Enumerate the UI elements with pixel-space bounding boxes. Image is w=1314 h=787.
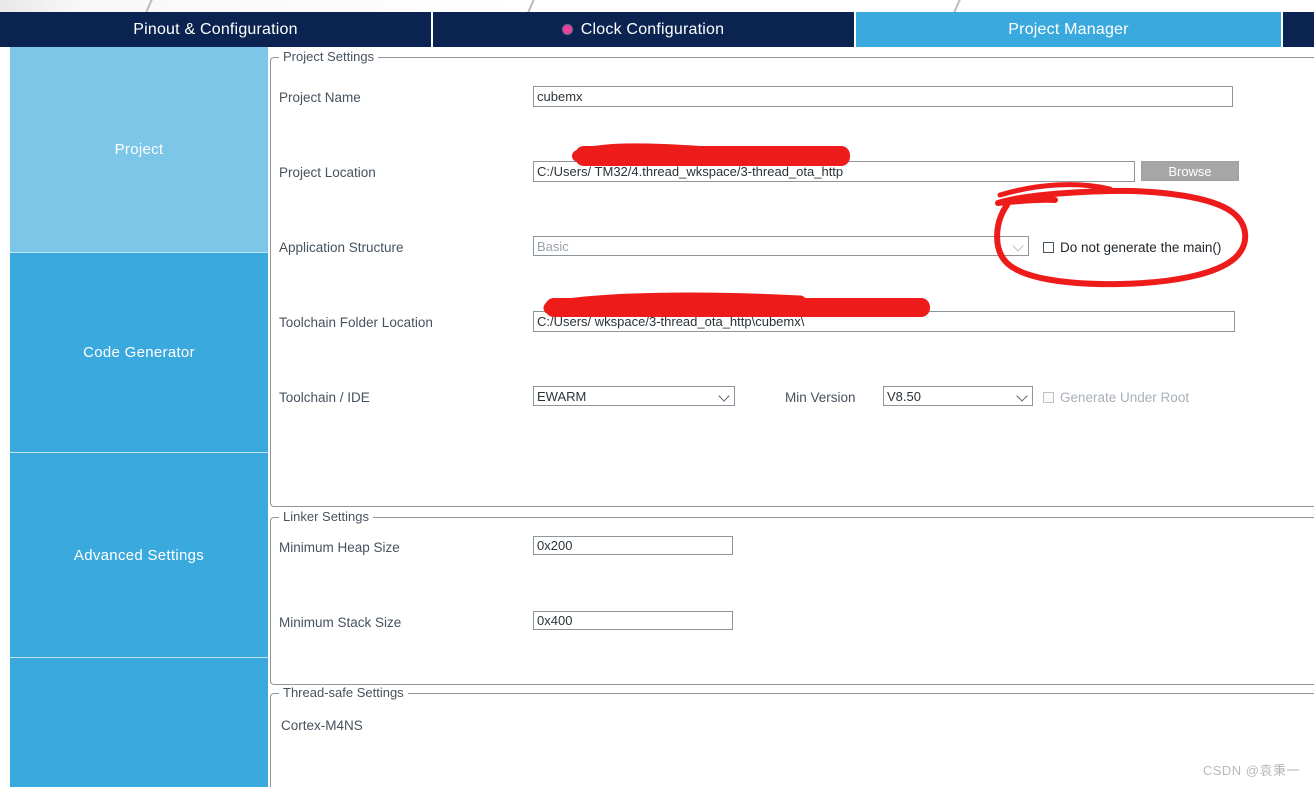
application-structure-select[interactable]: Basic [533,236,1029,256]
generate-under-root-label: Generate Under Root [1060,390,1190,405]
chevron-down-icon [1018,391,1027,400]
browse-button[interactable]: Browse [1141,161,1239,181]
main-tabbar: Pinout & Configuration Clock Configurati… [0,12,1314,47]
pink-dot-icon [562,25,572,34]
toolchain-ide-label: Toolchain / IDE [279,390,370,405]
sidebar-item-project[interactable]: Project [10,47,268,253]
minimum-stack-size-input[interactable]: 0x400 [533,611,733,630]
project-name-label: Project Name [279,90,361,105]
checkbox-icon [1043,242,1054,253]
tab-project-manager[interactable]: Project Manager [856,12,1283,47]
thread-safe-settings-legend: Thread-safe Settings [279,685,408,700]
do-not-generate-main-checkbox[interactable]: Do not generate the main() [1043,240,1221,255]
minimum-heap-size-label: Minimum Heap Size [279,540,400,555]
toolchain-folder-location-label: Toolchain Folder Location [279,315,433,330]
project-manager-content: Project Settings Project Name cubemx Pro… [268,47,1314,787]
linker-settings-group: Linker Settings Minimum Heap Size 0x200 … [270,509,1314,685]
csdn-watermark: CSDN @袁秉一 [1202,763,1300,778]
tab-pinout-configuration[interactable]: Pinout & Configuration [0,12,433,47]
project-settings-legend: Project Settings [279,49,379,64]
linker-settings-legend: Linker Settings [279,509,373,524]
thread-safe-core-label: Cortex-M4NS [281,718,363,733]
sidebar-item-label: Project [114,141,164,158]
chevron-down-icon [1014,241,1023,250]
min-version-label: Min Version [785,390,856,405]
window-top-edge [0,0,1314,12]
tab-overflow[interactable] [1283,12,1314,47]
checkbox-icon [1043,392,1054,403]
sidebar-item-code-generator[interactable]: Code Generator [10,253,268,453]
sidebar-item-advanced-settings[interactable]: Advanced Settings [10,453,268,658]
sidebar-item-extra[interactable] [10,658,268,787]
minimum-stack-size-label: Minimum Stack Size [279,615,402,630]
tab-label: Clock Configuration [580,20,725,38]
project-location-input[interactable]: C:/Users/ TM32/4.thread_wkspace/3-thread… [533,161,1135,182]
project-location-label: Project Location [279,165,376,180]
project-name-input[interactable]: cubemx [533,86,1233,107]
project-settings-group: Project Settings Project Name cubemx Pro… [270,49,1314,507]
application-structure-value: Basic [537,238,569,254]
min-version-value: V8.50 [887,388,921,404]
stm32cubemx-window: Pinout & Configuration Clock Configurati… [0,0,1314,787]
toolchain-ide-value: EWARM [537,388,587,404]
min-version-select[interactable]: V8.50 [883,386,1033,406]
tab-label: Pinout & Configuration [133,20,298,38]
toolchain-ide-select[interactable]: EWARM [533,386,735,406]
chevron-down-icon [720,391,729,400]
project-manager-sidebar: Project Code Generator Advanced Settings [10,47,268,787]
minimum-heap-size-input[interactable]: 0x200 [533,536,733,555]
generate-under-root-checkbox[interactable]: Generate Under Root [1043,390,1189,405]
toolchain-folder-location-input[interactable]: C:/Users/ wkspace/3-thread_ota_http\cube… [533,311,1235,332]
sidebar-item-label: Code Generator [83,344,195,361]
tab-clock-configuration[interactable]: Clock Configuration [433,12,856,47]
sidebar-item-label: Advanced Settings [73,546,205,564]
application-structure-label: Application Structure [279,240,404,255]
tab-label: Project Manager [1008,20,1129,38]
thread-safe-settings-group: Thread-safe Settings Cortex-M4NS [270,685,1314,787]
do-not-generate-main-label: Do not generate the main() [1060,240,1222,255]
